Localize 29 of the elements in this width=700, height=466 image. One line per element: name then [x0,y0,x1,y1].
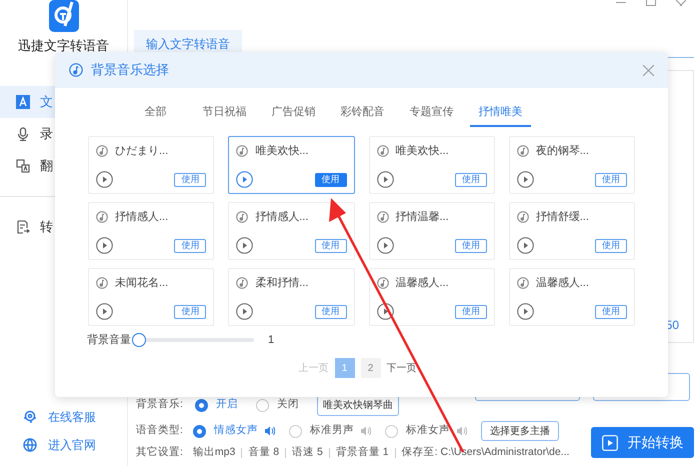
setting-value: 保存至: C:\Users\Administrator\de... [402,445,570,460]
track-name: 唯美欢快... [255,144,308,159]
track-name: 夜的钢琴... [536,144,589,159]
track-name: 抒情感人... [255,210,308,225]
volume-value: 1 [268,332,274,348]
dialog-title: 背景音乐选择 [91,61,169,80]
track-name: 柔和抒情... [255,276,308,291]
setting-value: 音量 8 [248,445,280,460]
setting-value: 语速 5 [292,445,323,460]
setting-label: 其它设置: [136,445,183,460]
setting-value: 背景音量 1 [336,445,389,460]
setting-label: 语音类型: [136,423,183,438]
track-name: 抒情感人... [115,210,168,225]
radio-label: 标准男声 [310,423,354,438]
track-name: 唯美欢快... [396,144,449,159]
track-name: 温馨感人... [396,276,449,291]
radio-label: 标准女声 [406,423,450,438]
track-name: 温馨感人... [536,276,589,291]
track-name: 未闻花名... [115,276,168,291]
radio-label: 开启 [216,397,238,412]
setting-label: 背景音乐: [136,397,183,412]
app-name: 迅捷文字转语音 [18,39,109,53]
setting-value: 输出mp3 [192,445,236,460]
volume-label: 背景音量 [87,332,131,348]
radio-label: 情感女声 [214,423,258,438]
track-name: 抒情舒缓... [536,210,589,225]
radio-label: 关闭 [276,397,299,412]
track-name: 抒情温馨... [396,210,449,225]
track-name: ひだまり... [115,144,168,159]
